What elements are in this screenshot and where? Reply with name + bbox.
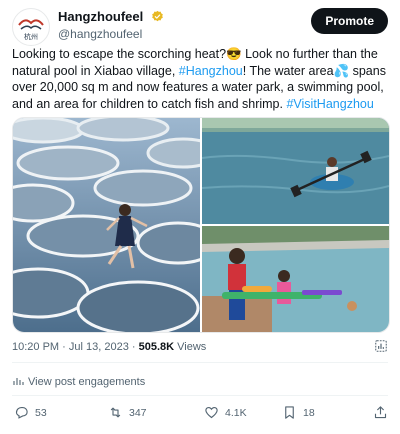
media-image-kids-water-gun[interactable] — [202, 226, 389, 332]
bookmark-icon — [285, 406, 294, 419]
post-time[interactable]: 10:20 PM — [12, 341, 59, 353]
post-text-segment: ! The water area — [242, 63, 334, 78]
view-engagements-label: View post engagements — [28, 376, 146, 388]
analytics-icon[interactable] — [374, 339, 388, 353]
share-button[interactable] — [373, 405, 388, 420]
bookmark-count: 18 — [303, 406, 315, 419]
post-date[interactable]: Jul 13, 2023 — [69, 341, 129, 353]
display-name[interactable]: Hangzhoufeel — [58, 9, 143, 24]
svg-text:杭州: 杭州 — [24, 32, 38, 41]
divider — [12, 362, 388, 363]
like-count: 4.1K — [225, 406, 247, 419]
post-header: 杭州 Hangzhoufeel @hangzhoufeel Promote — [12, 6, 388, 46]
reply-icon — [15, 406, 28, 419]
promote-button[interactable]: Promote — [311, 8, 388, 34]
views-label: Views — [174, 341, 207, 353]
hashtag-link-visithangzhou[interactable]: #VisitHangzhou — [286, 97, 373, 111]
repost-count: 347 — [129, 406, 147, 419]
bookmark-button[interactable]: 18 — [282, 405, 315, 420]
stepping-stones-photo — [13, 118, 200, 332]
verified-badge-icon — [151, 10, 163, 22]
avatar[interactable]: 杭州 — [12, 8, 50, 46]
share-icon — [374, 406, 387, 419]
post-text-segment: Looking to escape the scorching heat? — [12, 47, 227, 61]
media-image-kayak[interactable] — [202, 118, 389, 224]
meta-separator: · — [59, 341, 69, 353]
kids-water-gun-photo — [202, 226, 389, 332]
like-button[interactable]: 4.1K — [204, 405, 247, 420]
media-image-stepping-stones[interactable] — [13, 118, 200, 332]
author-info: Hangzhoufeel @hangzhoufeel — [58, 8, 164, 42]
media-grid — [12, 117, 390, 333]
view-engagements-link[interactable]: View post engagements — [12, 375, 145, 388]
sweat-droplets-emoji-icon: 💦 — [333, 63, 350, 78]
sunglasses-emoji-icon: 😎 — [226, 47, 242, 61]
reply-count: 53 — [35, 406, 47, 419]
reply-button[interactable]: 53 — [14, 405, 47, 420]
bar-chart-icon — [13, 378, 24, 385]
views-count: 505.8K — [138, 341, 175, 353]
post-timestamp: 10:20 PM · Jul 13, 2023 · 505.8K Views — [12, 341, 206, 353]
kayak-photo — [202, 118, 389, 224]
heart-icon — [205, 406, 218, 419]
divider — [12, 395, 388, 396]
meta-separator: · — [128, 341, 139, 353]
hashtag-link-hangzhou[interactable]: #Hangzhou — [179, 64, 243, 78]
repost-button[interactable]: 347 — [108, 405, 147, 420]
action-bar: 53 347 4.1K 18 — [12, 405, 388, 427]
handle[interactable]: @hangzhoufeel — [58, 26, 164, 42]
post-text: Looking to escape the scorching heat?😎 L… — [12, 46, 388, 112]
repost-icon — [110, 407, 121, 418]
hangzhou-logo-icon: 杭州 — [18, 19, 44, 41]
